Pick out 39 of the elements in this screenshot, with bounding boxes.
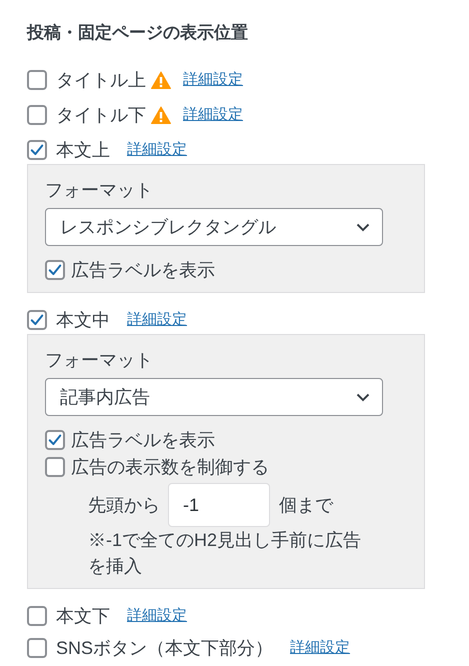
checkmark-icon xyxy=(47,432,63,448)
settings-link[interactable]: 詳細設定 xyxy=(183,104,243,126)
checkbox[interactable] xyxy=(27,606,47,626)
checkmark-icon xyxy=(47,262,63,278)
help-note: ※-1で全てのH2見出し手前に広告を挿入 xyxy=(88,529,362,578)
field-label: 先頭から xyxy=(88,494,160,516)
settings-link[interactable]: 詳細設定 xyxy=(127,308,187,332)
checkbox-label: 本文中 xyxy=(56,308,110,332)
format-select[interactable]: 記事内広告 xyxy=(45,378,383,416)
checkbox-label: 広告の表示数を制御する xyxy=(71,456,269,478)
checkbox-label: SNSボタン（本文下部分） xyxy=(56,636,274,660)
checkbox[interactable] xyxy=(45,260,65,280)
checkbox[interactable] xyxy=(27,310,47,330)
checkbox[interactable] xyxy=(27,140,47,160)
settings-link[interactable]: 詳細設定 xyxy=(127,138,187,162)
checkbox-label: 本文上 xyxy=(56,138,110,162)
checkbox[interactable] xyxy=(45,430,65,450)
checkbox[interactable] xyxy=(45,457,65,477)
chevron-down-icon xyxy=(356,392,370,402)
format-select[interactable]: レスポンシブレクタングル xyxy=(45,208,383,246)
field-label: フォーマット xyxy=(45,179,154,202)
checkbox[interactable] xyxy=(27,70,47,90)
settings-link[interactable]: 詳細設定 xyxy=(290,636,350,660)
checkbox-label: タイトル上 xyxy=(56,68,146,92)
checkbox-label: 広告ラベルを表示 xyxy=(71,258,215,282)
checkmark-icon xyxy=(29,142,45,158)
chevron-down-icon xyxy=(356,222,370,232)
settings-link[interactable]: 詳細設定 xyxy=(127,604,187,628)
field-label: フォーマット xyxy=(45,349,154,372)
checkbox-label: タイトル下 xyxy=(56,104,146,126)
checkbox-label: 本文下 xyxy=(56,604,110,628)
count-input[interactable]: -1 xyxy=(168,483,270,527)
checkbox-label: 広告ラベルを表示 xyxy=(71,428,215,452)
checkbox[interactable] xyxy=(27,638,47,658)
field-suffix: 個まで xyxy=(279,494,333,516)
section-heading: 投稿・固定ページの表示位置 xyxy=(27,22,249,44)
checkbox[interactable] xyxy=(27,105,47,125)
checkmark-icon xyxy=(29,312,45,328)
settings-link[interactable]: 詳細設定 xyxy=(183,68,243,92)
